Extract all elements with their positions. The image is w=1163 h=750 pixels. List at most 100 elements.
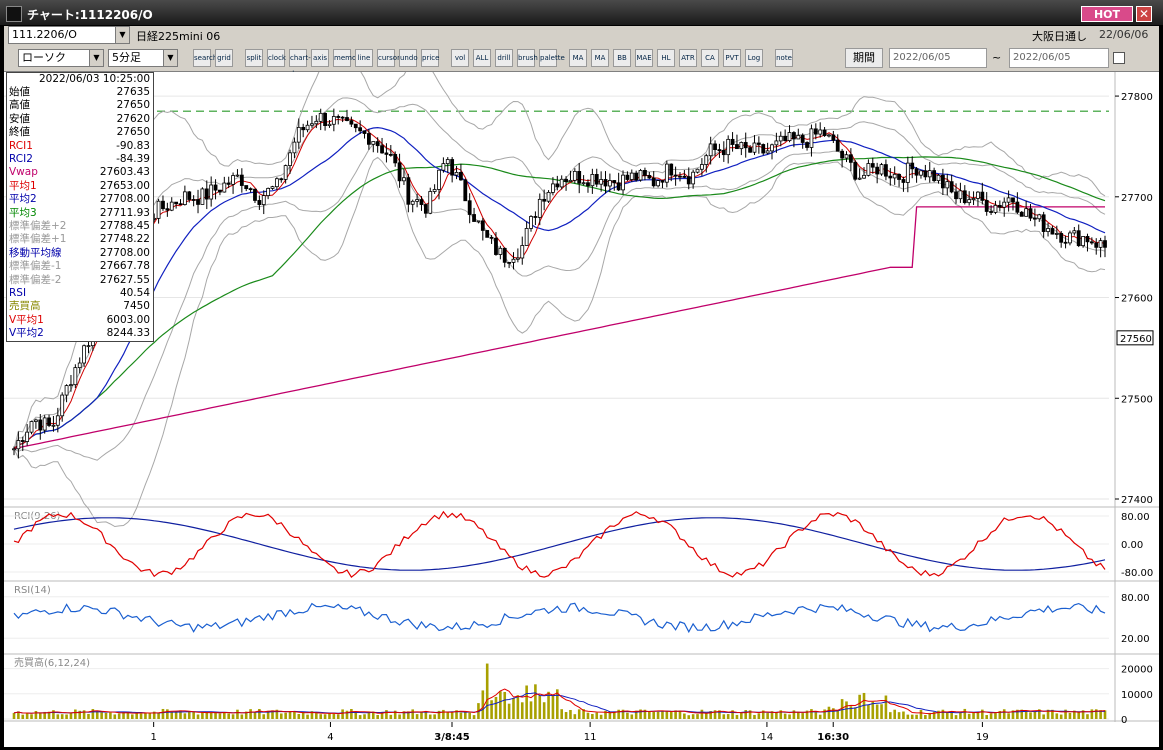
candle bbox=[1046, 228, 1050, 232]
candle bbox=[901, 179, 906, 183]
candle bbox=[231, 175, 235, 185]
tool-all-button[interactable]: ALL bbox=[473, 49, 491, 67]
tool-drill-button[interactable]: drill bbox=[495, 49, 513, 67]
candle bbox=[682, 175, 687, 178]
volume-bar bbox=[967, 713, 971, 719]
volume-bar bbox=[827, 706, 831, 719]
candle bbox=[432, 189, 437, 192]
tool-axis-button[interactable]: axis bbox=[311, 49, 329, 67]
volume-bar bbox=[871, 701, 875, 719]
tool-mae-button[interactable]: MAE bbox=[635, 49, 653, 67]
x-tick-label: 14 bbox=[761, 732, 774, 743]
candle bbox=[888, 175, 893, 179]
tool-atr-button[interactable]: ATR bbox=[679, 49, 697, 67]
volume-bar bbox=[209, 712, 213, 719]
candle bbox=[761, 144, 766, 154]
tool-hl-button[interactable]: HL bbox=[657, 49, 675, 67]
candle bbox=[353, 123, 358, 129]
candle bbox=[1103, 240, 1107, 248]
info-datetime: 2022/06/03 10:25:00 bbox=[38, 73, 150, 85]
candle bbox=[226, 182, 231, 185]
interval-select[interactable]: 5分足 ▼ bbox=[108, 49, 178, 67]
volume-bar bbox=[735, 714, 739, 719]
tool-bb-button[interactable]: BB bbox=[613, 49, 631, 67]
date-range-checkbox[interactable] bbox=[1113, 52, 1125, 64]
chart-area[interactable]: 27400 27500 27600 27700 27800 27560 1 4 3/8:45 11… bbox=[4, 48, 1159, 747]
volume-bar bbox=[95, 711, 99, 719]
y-tick-label: 27400 bbox=[1121, 495, 1153, 506]
tool-grid-button[interactable]: grid bbox=[215, 49, 233, 67]
candle bbox=[406, 177, 411, 205]
candle bbox=[651, 177, 656, 187]
candle bbox=[86, 345, 91, 348]
chevron-down-icon[interactable]: ▼ bbox=[115, 27, 129, 43]
info-row: 平均2 27708.00 bbox=[7, 193, 153, 206]
info-row: 移動平均線 27708.00 bbox=[7, 247, 153, 260]
volume-bar bbox=[161, 708, 165, 719]
tool-cursor-button[interactable]: cursor bbox=[377, 49, 400, 67]
tool-note-button[interactable]: note bbox=[775, 49, 793, 67]
tool-memo-button[interactable]: memo bbox=[333, 49, 356, 67]
candle bbox=[862, 174, 866, 179]
volume-bar bbox=[38, 712, 42, 719]
info-value: 27650 bbox=[116, 126, 150, 139]
candle bbox=[73, 367, 78, 386]
tool-clock-button[interactable]: clock bbox=[267, 49, 286, 67]
candle bbox=[919, 170, 923, 176]
volume-bar bbox=[350, 709, 353, 719]
tool-brush-button[interactable]: brush bbox=[517, 49, 538, 67]
tool-ca-button[interactable]: CA bbox=[701, 49, 719, 67]
volume-bar bbox=[915, 714, 918, 719]
tool-undo-button[interactable]: undo bbox=[399, 49, 418, 67]
tool-log-button[interactable]: Log bbox=[745, 49, 763, 67]
info-key: 標準偏差+2 bbox=[9, 220, 67, 232]
volume-bar bbox=[450, 712, 454, 719]
tool-line-button[interactable]: line bbox=[355, 49, 373, 67]
candle bbox=[1050, 228, 1055, 235]
tool-vol-button[interactable]: vol bbox=[451, 49, 469, 67]
volume-bar bbox=[924, 715, 927, 719]
volume-bar bbox=[25, 713, 29, 719]
tool-pvt-button[interactable]: PVT bbox=[723, 49, 741, 67]
tool-ma-button[interactable]: MA bbox=[569, 49, 587, 67]
date-from-field[interactable]: 2022/06/05 bbox=[889, 48, 987, 68]
volume-bar bbox=[442, 709, 445, 719]
hot-button[interactable]: HOT bbox=[1081, 6, 1133, 22]
chevron-down-icon[interactable]: ▼ bbox=[163, 50, 177, 66]
tool-chart-bar-button[interactable]: chart-bar bbox=[289, 49, 311, 78]
chart-type-select[interactable]: ローソク ▼ bbox=[18, 49, 104, 67]
chart-svg[interactable]: 2740027500276002770027800275601 4 3/8:45 11… bbox=[4, 48, 1159, 747]
candle bbox=[813, 128, 818, 135]
symbol-select[interactable]: 111.2206/O ▼ bbox=[8, 26, 130, 44]
tool-palette-button[interactable]: palette bbox=[539, 49, 565, 67]
close-button[interactable]: ✕ bbox=[1136, 6, 1152, 22]
candle bbox=[603, 179, 608, 187]
candle bbox=[572, 170, 577, 181]
candle bbox=[279, 178, 284, 181]
info-key: 終値 bbox=[9, 126, 30, 139]
chevron-down-icon[interactable]: ▼ bbox=[89, 50, 103, 66]
period-button[interactable]: 期間 bbox=[845, 48, 883, 68]
chart-app-icon bbox=[6, 6, 22, 22]
tool-search-button[interactable]: search bbox=[193, 49, 217, 67]
info-key: 安値 bbox=[9, 112, 30, 125]
candle bbox=[940, 174, 945, 189]
date-to-field[interactable]: 2022/06/05 bbox=[1009, 48, 1109, 68]
volume-bar bbox=[363, 714, 366, 719]
candle bbox=[410, 200, 415, 205]
candle bbox=[182, 191, 187, 205]
date-to-value: 2022/06/05 bbox=[1013, 52, 1071, 63]
candle bbox=[415, 199, 420, 202]
tool-price-button[interactable]: price bbox=[421, 49, 439, 67]
info-row: RCI1 -90.83 bbox=[7, 140, 153, 153]
info-value: 27788.45 bbox=[99, 220, 150, 232]
tool-split-button[interactable]: split bbox=[245, 49, 263, 67]
info-row: 安値 27620 bbox=[7, 113, 153, 126]
symbol-code: 111.2206/O bbox=[12, 28, 77, 41]
info-value: 6003.00 bbox=[106, 313, 150, 326]
volume-bar bbox=[648, 711, 651, 719]
candle bbox=[678, 175, 682, 178]
info-row: 標準偏差-2 27627.55 bbox=[7, 274, 153, 287]
info-row: 平均1 27653.00 bbox=[7, 180, 153, 193]
tool-ma-button[interactable]: MA bbox=[591, 49, 609, 67]
